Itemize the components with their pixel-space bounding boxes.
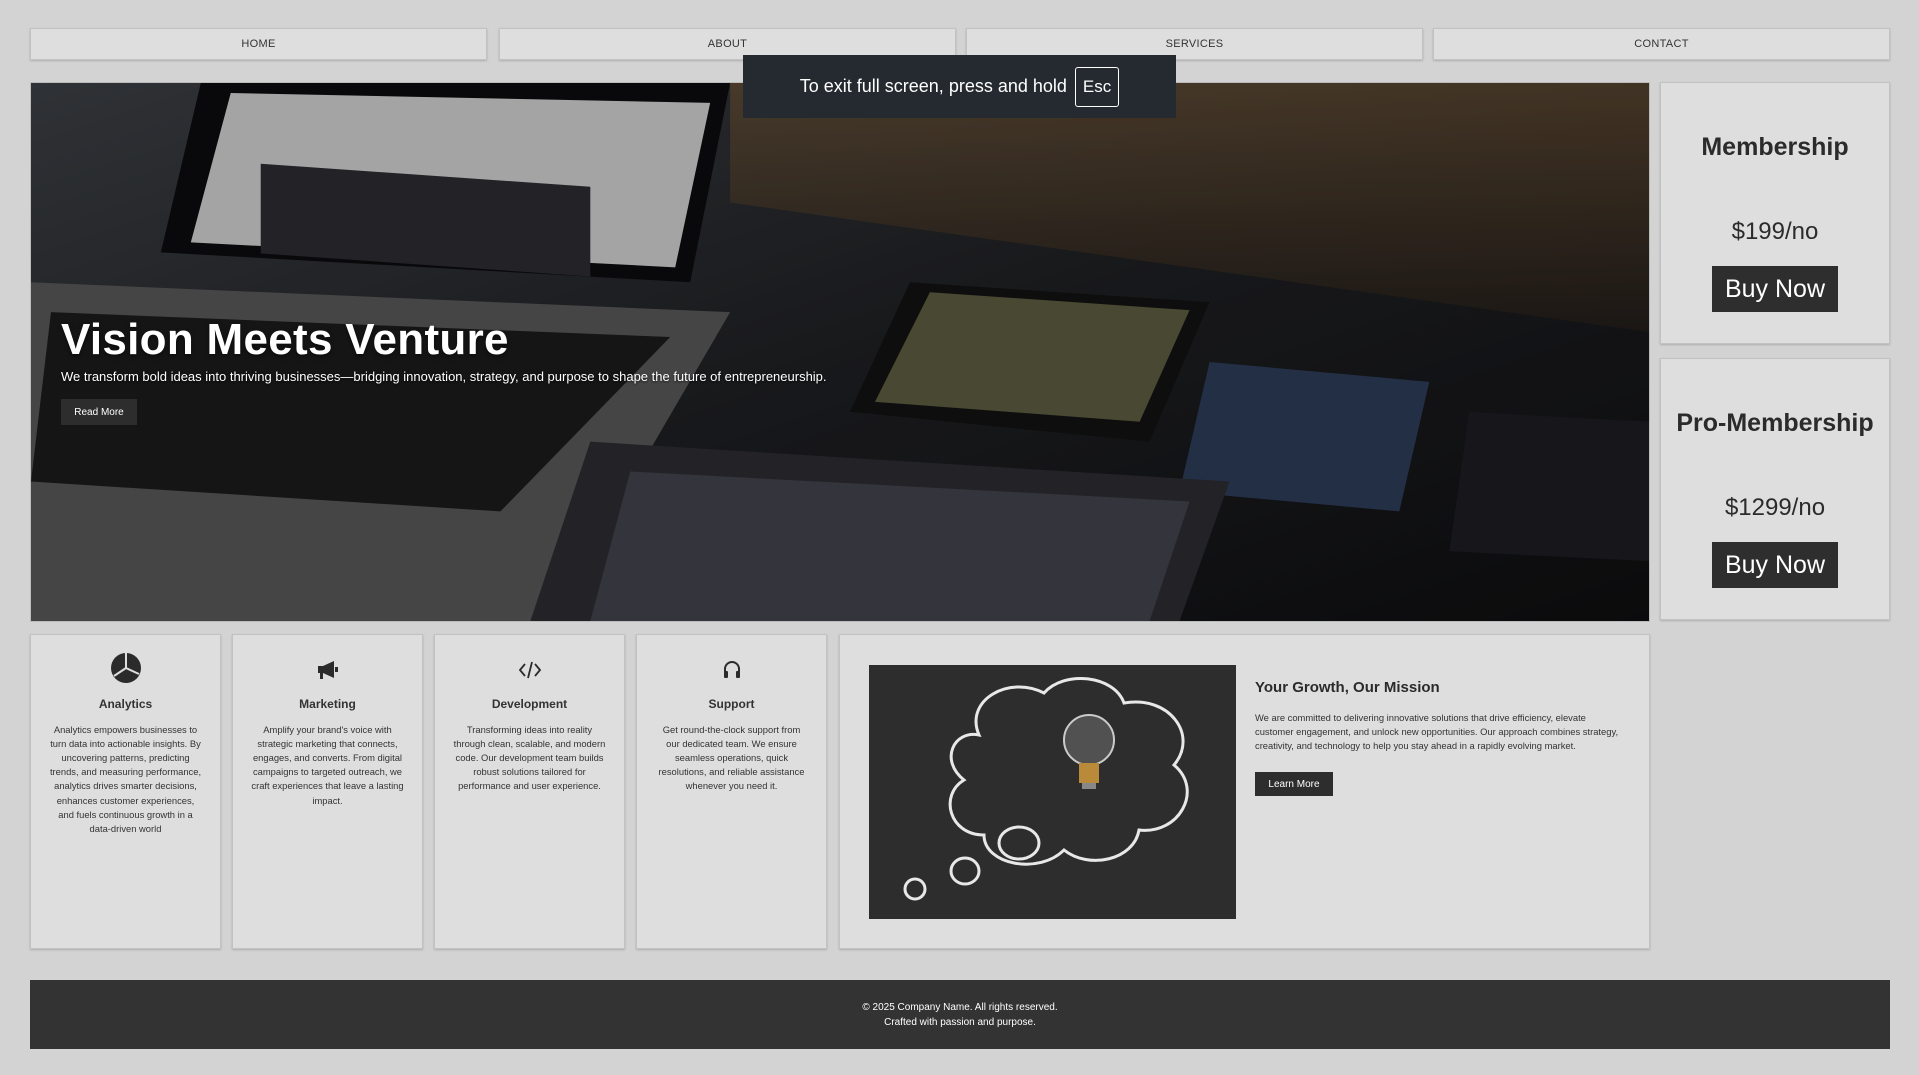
hero-banner: Vision Meets Venture We transform bold i… — [30, 82, 1650, 622]
service-title: Analytics — [98, 697, 153, 711]
mission-title: Your Growth, Our Mission — [1255, 679, 1440, 696]
service-description: Amplify your brand's voice with strategi… — [251, 724, 404, 806]
fullscreen-exit-notice: To exit full screen, press and hold Esc — [743, 55, 1176, 118]
pro-membership-title: Pro-Membership — [1676, 409, 1874, 437]
hero-title: Vision Meets Venture — [61, 315, 509, 364]
service-title: Development — [491, 697, 568, 711]
mission-text: We are committed to delivering innovativ… — [1255, 712, 1619, 752]
read-more-button[interactable]: Read More — [61, 399, 137, 425]
service-description: Get round-the-clock support from our ded… — [658, 724, 805, 792]
pro-membership-card: Pro-Membership $1299/no Buy Now — [1660, 358, 1890, 620]
buy-now-button[interactable]: Buy Now — [1712, 266, 1838, 312]
site-footer: © 2025 Company Name. All rights reserved… — [30, 980, 1890, 1049]
headset-icon — [655, 655, 808, 685]
membership-card: Membership $199/no Buy Now — [1660, 82, 1890, 344]
megaphone-icon — [251, 655, 404, 685]
service-card-marketing: Marketing Amplify your brand's voice wit… — [232, 634, 423, 949]
nav-contact[interactable]: CONTACT — [1433, 28, 1890, 60]
membership-title: Membership — [1701, 133, 1849, 161]
nav-home[interactable]: HOME — [30, 28, 487, 60]
service-description: Transforming ideas into reality through … — [453, 724, 606, 792]
code-icon — [453, 655, 606, 685]
service-title: Support — [708, 697, 755, 711]
service-title: Marketing — [299, 697, 356, 711]
hero-subtitle: We transform bold ideas into thriving bu… — [61, 369, 827, 384]
esc-key-badge: Esc — [1074, 66, 1120, 107]
service-card-development: Development Transforming ideas into real… — [434, 634, 625, 949]
membership-price: $199/no — [1731, 218, 1819, 245]
footer-copyright: © 2025 Company Name. All rights reserved… — [862, 1001, 1058, 1013]
pro-membership-price: $1299/no — [1724, 494, 1826, 521]
service-description: Analytics empowers businesses to turn da… — [49, 724, 202, 834]
learn-more-button[interactable]: Learn More — [1255, 772, 1333, 796]
footer-tagline: Crafted with passion and purpose. — [884, 1016, 1036, 1028]
buy-now-button[interactable]: Buy Now — [1712, 542, 1838, 588]
lightbulb-chalkboard-image — [869, 665, 1236, 919]
fullscreen-notice-text: To exit full screen, press and hold — [799, 76, 1067, 96]
service-card-analytics: Analytics Analytics empowers businesses … — [30, 634, 221, 949]
pie-chart-icon — [49, 651, 202, 685]
mission-section: Your Growth, Our Mission We are committe… — [839, 634, 1650, 949]
service-card-support: Support Get round-the-clock support from… — [636, 634, 827, 949]
